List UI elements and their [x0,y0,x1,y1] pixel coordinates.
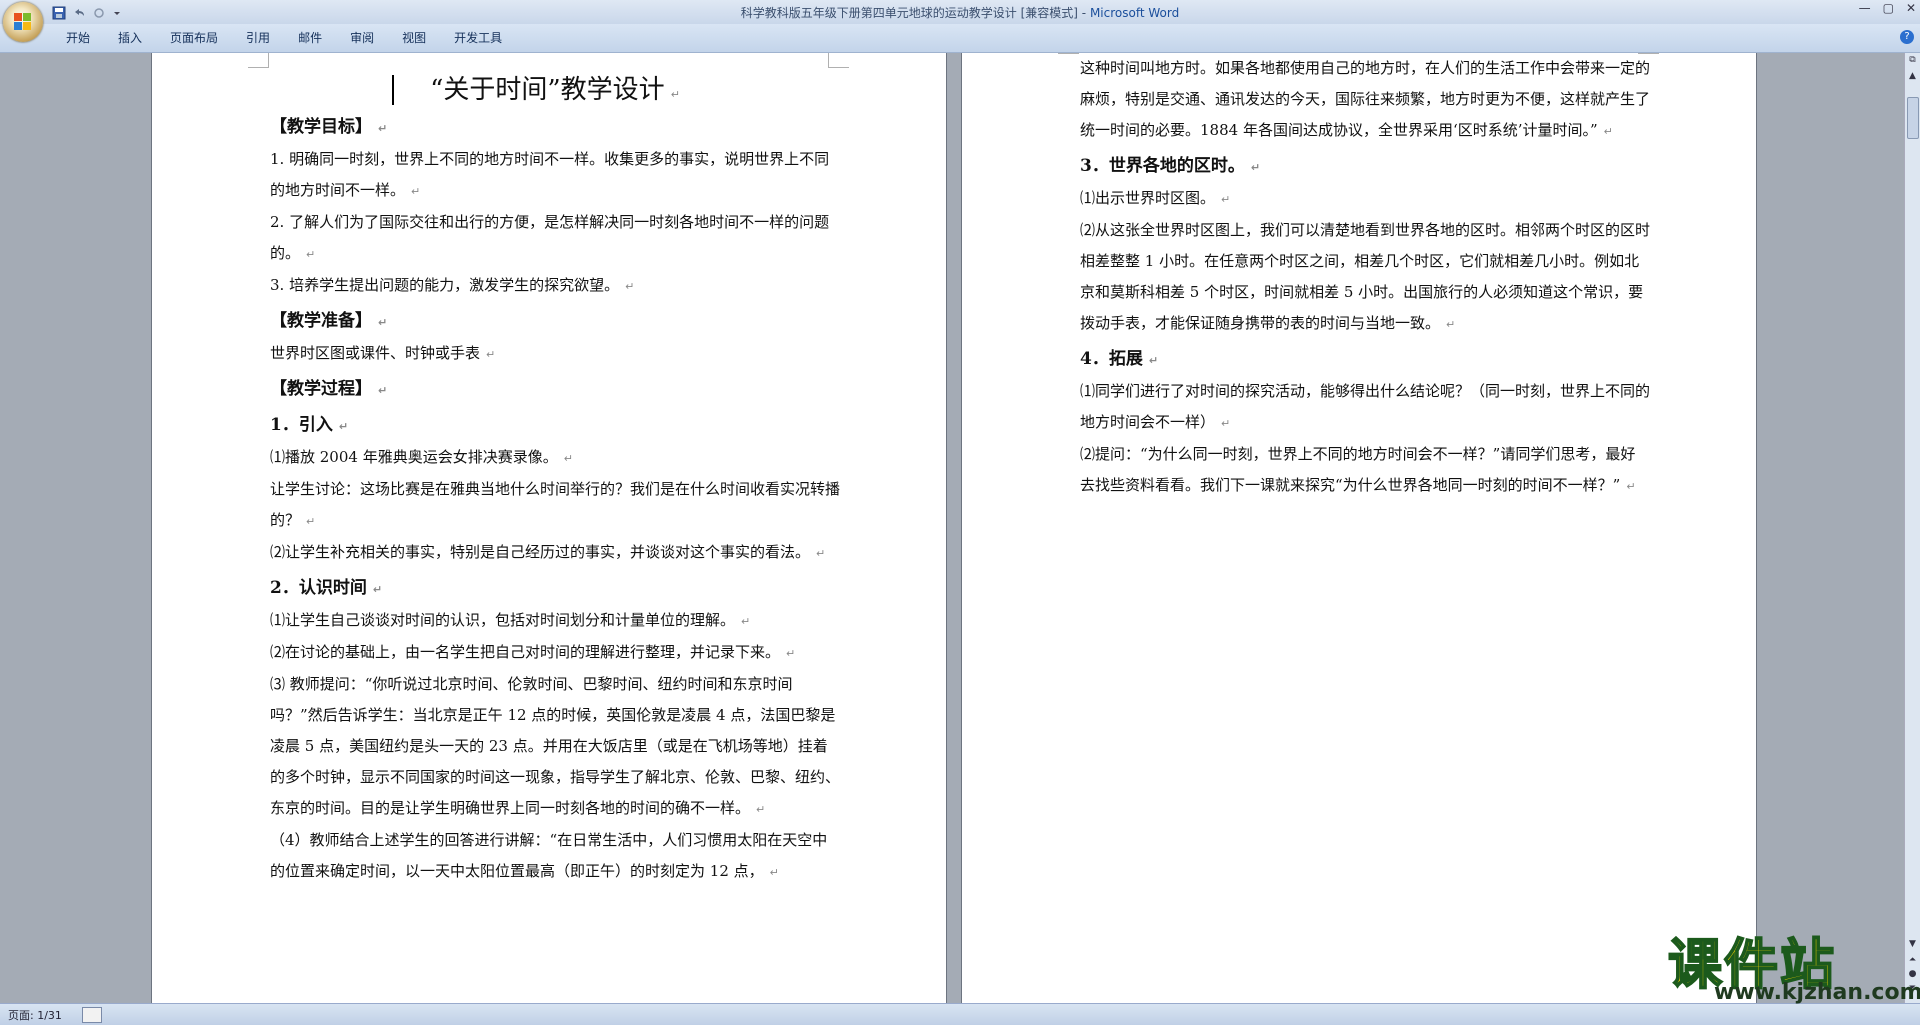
ribbon-tab-bar: 开始 插入 页面布局 引用 邮件 审阅 视图 开发工具 ? [0,24,1920,53]
text-cursor [392,75,394,105]
paragraph-mark: ↵ [1446,318,1456,331]
document-heading: “关于时间”教学设计 ↵ [270,69,840,106]
status-bar: 页面: 1/31 [0,1003,1920,1025]
section-heading: 1．引入 ↵ [270,415,349,435]
section-heading: 【教学过程】 ↵ [270,379,388,399]
margin-corner [1058,53,1079,54]
paragraph-mark: ↵ [786,647,796,660]
paragraph: ⑶ 教师提问：“你听说过北京时间、伦敦时间、巴黎时间、纽约时间和东京时间吗？”然… [270,675,841,817]
paragraph: 这种时间叫地方时。如果各地都使用自己的地方时，在人们的生活工作中会带来一定的麻烦… [1080,59,1651,139]
right-page-paragraphs: 这种时间叫地方时。如果各地都使用自己的地方时，在人们的生活工作中会带来一定的麻烦… [1080,53,1650,502]
paragraph-mark: ↵ [378,384,388,397]
tab-developer[interactable]: 开发工具 [440,30,516,46]
tab-view[interactable]: 视图 [388,30,440,46]
paragraph: ⑴出示世界时区图。 ↵ [1080,189,1231,207]
tab-mailings[interactable]: 邮件 [284,30,336,46]
previous-page-icon[interactable]: ⏶ [1907,955,1918,966]
title-bar: 科学教科版五年级下册第四单元地球的运动教学设计 [兼容模式] - Microso… [0,0,1920,24]
proofing-icon[interactable] [82,1007,102,1023]
paragraph: 3. 培养学生提出问题的能力，激发学生的探究欲望。 ↵ [270,276,635,294]
document-title: 科学教科版五年级下册第四单元地球的运动教学设计 [兼容模式] [740,6,1078,20]
browse-object-icon[interactable]: ● [1907,969,1918,980]
tab-insert[interactable]: 插入 [104,30,156,46]
paragraph: ⑵提问：“为什么同一时刻，世界上不同的地方时间会不一样？”请同学们思考，最好去找… [1080,445,1636,494]
office-logo-icon [14,13,32,31]
section-heading: 【教学目标】 ↵ [270,117,388,137]
tab-references[interactable]: 引用 [232,30,284,46]
paragraph-mark: ↵ [411,185,421,198]
paragraph-mark: ↵ [378,122,388,135]
section-heading: 2．认识时间 ↵ [270,578,383,598]
paragraph: ⑴同学们进行了对时间的探究活动，能够得出什么结论呢？（同一时刻，世界上不同的地方… [1080,382,1651,431]
office-button[interactable] [3,2,43,42]
document-workspace: “关于时间”教学设计 ↵ 【教学目标】 ↵ 1. 明确同一时刻，世界上不同的地方时间不… [0,53,1905,1004]
watermark-logo: 课件站 www.kjzhan.com [1667,920,1920,1010]
help-icon[interactable]: ? [1900,30,1914,44]
right-page-content: 这种时间叫地方时。如果各地都使用自己的地方时，在人们的生活工作中会带来一定的麻烦… [1080,53,1650,502]
paragraph-mark: ↵ [1221,193,1231,206]
margin-corner [248,53,269,68]
paragraph-mark: ↵ [1626,480,1636,493]
close-button[interactable]: ✕ [1906,1,1916,15]
paragraph: 2. 了解人们为了国际交往和出行的方便，是怎样解决同一时刻各地时间不一样的问题的… [270,213,830,262]
tab-page-layout[interactable]: 页面布局 [156,30,232,46]
left-page-paragraphs: 【教学目标】 ↵ 1. 明确同一时刻，世界上不同的地方时间不一样。收集更多的事实，说… [270,112,840,888]
paragraph: ⑵在讨论的基础上，由一名学生把自己对时间的理解进行整理，并记录下来。 ↵ [270,643,796,661]
paragraph-mark: ↵ [378,316,388,329]
paragraph: 让学生讨论：这场比赛是在雅典当地什么时间举行的？我们是在什么时间收看实况转播的？… [270,480,841,529]
minimize-button[interactable]: — [1859,1,1871,15]
window-title: 科学教科版五年级下册第四单元地球的运动教学设计 [兼容模式] - Microso… [740,6,1180,20]
document-page-right[interactable]: 这种时间叫地方时。如果各地都使用自己的地方时，在人们的生活工作中会带来一定的麻烦… [962,53,1756,1004]
paragraph-mark: ↵ [741,615,751,628]
scrollbar-thumb[interactable] [1907,97,1919,139]
tab-review[interactable]: 审阅 [336,30,388,46]
paragraph-mark: ↵ [769,866,779,879]
left-page-content: “关于时间”教学设计 ↵ 【教学目标】 ↵ 1. 明确同一时刻，世界上不同的地方时间不… [270,53,840,888]
vertical-scrollbar[interactable]: ⧉ ▲ ▼ ⏶ ● ⏷ [1904,53,1920,1004]
paragraph: ⑴让学生自己谈谈对时间的认识，包括对时间划分和计量单位的理解。 ↵ [270,611,751,629]
paragraph-mark: ↵ [563,452,573,465]
paragraph: ⑵从这张全世界时区图上，我们可以清楚地看到世界各地的区时。相邻两个时区的区时相差… [1080,221,1651,332]
paragraph-mark: ↵ [1603,125,1613,138]
watermark-url: www.kjzhan.com [1714,980,1920,1005]
window-controls: — ▢ ✕ [1859,1,1916,15]
paragraph-mark: ↵ [1250,161,1261,174]
paragraph-mark: ↵ [338,420,349,433]
paragraph-mark: ↵ [306,248,316,261]
section-heading: 4．拓展 ↵ [1080,349,1159,369]
scroll-up-icon[interactable]: ▲ [1907,71,1918,82]
maximize-button[interactable]: ▢ [1883,1,1894,15]
paragraph-mark: ↵ [756,803,766,816]
paragraph: ⑵让学生补充相关的事实，特别是自己经历过的事实，并谈谈对这个事实的看法。 ↵ [270,543,826,561]
paragraph: ⑴播放 2004 年雅典奥运会女排决赛录像。 ↵ [270,448,573,466]
tab-home[interactable]: 开始 [52,30,104,46]
paragraph-mark: ↵ [1148,354,1159,367]
app-name: Microsoft Word [1089,6,1180,20]
section-heading: 【教学准备】 ↵ [270,311,388,331]
paragraph-mark: ↵ [1221,417,1231,430]
document-page-left[interactable]: “关于时间”教学设计 ↵ 【教学目标】 ↵ 1. 明确同一时刻，世界上不同的地方时间不… [152,53,946,1004]
paragraph: 1. 明确同一时刻，世界上不同的地方时间不一样。收集更多的事实，说明世界上不同的… [270,150,830,199]
paragraph-mark: ↵ [306,515,316,528]
section-heading: 3．世界各地的区时。 ↵ [1080,156,1261,176]
paragraph: 世界时区图或课件、时钟或手表 ↵ [270,344,496,362]
paragraph-mark: ↵ [372,583,383,596]
scroll-down-icon[interactable]: ▼ [1907,939,1918,950]
page-indicator[interactable]: 页面: 1/31 [8,1007,62,1023]
ruler-toggle-icon[interactable]: ⧉ [1907,55,1918,66]
paragraph-mark: ↵ [486,348,496,361]
paragraph: （4）教师结合上述学生的回答进行讲解：“在日常生活中，人们习惯用太阳在天空中的位… [270,831,828,880]
paragraph-mark: ↵ [625,280,635,293]
paragraph-mark: ↵ [816,547,826,560]
